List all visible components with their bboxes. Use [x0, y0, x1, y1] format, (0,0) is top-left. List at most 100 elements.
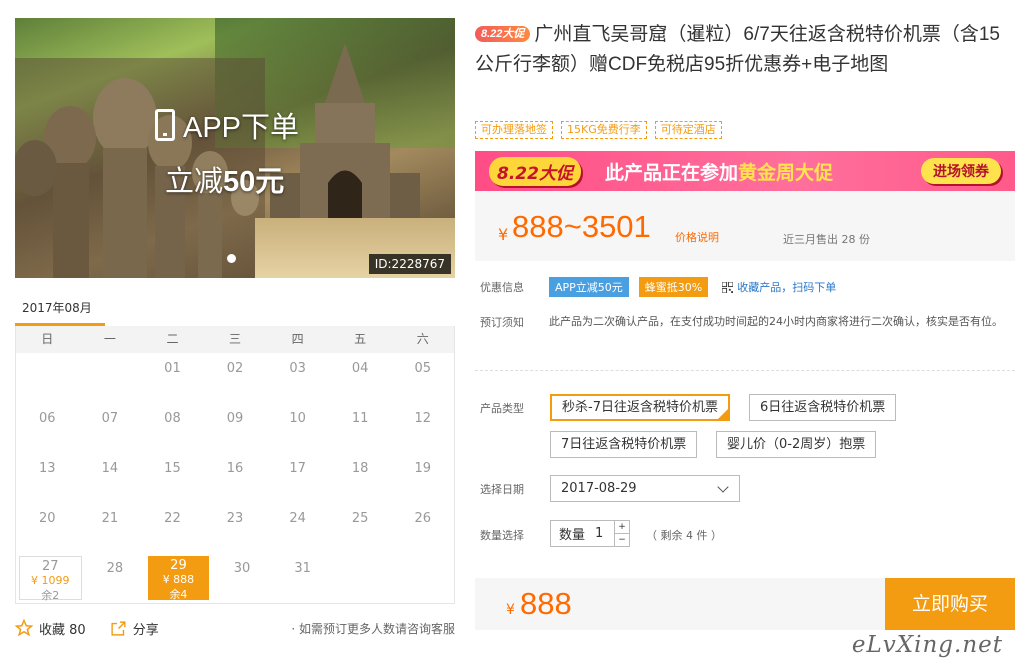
- weekday-mon: 一: [103, 332, 116, 346]
- carousel-dot[interactable]: [227, 254, 236, 263]
- calendar-day-number: 11: [351, 411, 369, 426]
- banner-text-highlight: 黄金周大促: [737, 161, 833, 184]
- section-divider: [475, 370, 1015, 371]
- calendar-day-number: 17: [289, 461, 306, 476]
- calendar-day-number: 26: [414, 511, 432, 526]
- product-type-option-6day[interactable]: 6日往返含税特价机票: [749, 394, 897, 421]
- calendar-day-number: 10: [289, 411, 306, 426]
- calendar-month-tab[interactable]: 2017年08月: [15, 296, 105, 326]
- product-type-option-infant[interactable]: 婴儿价（0-2周岁）抱票: [716, 431, 877, 458]
- total-price: 888: [520, 586, 572, 621]
- notice-label: 预订须知: [480, 316, 524, 329]
- calendar-empty-cell: [16, 353, 79, 403]
- favorite-button[interactable]: 收藏 80: [15, 619, 86, 638]
- phone-icon: [155, 109, 175, 141]
- date-select[interactable]: 2017-08-29: [550, 475, 740, 502]
- quantity-remaining: （ 剩余 4 件 ）: [646, 529, 722, 542]
- total-currency: ¥: [506, 602, 515, 618]
- weekday-sat: 六: [416, 332, 429, 346]
- weekday-sun: 日: [41, 332, 54, 346]
- calendar-day-10: 10: [266, 403, 329, 453]
- calendar-day-number: 03: [289, 361, 306, 376]
- calendar-week-row: 06 07 08 09 10 11 12: [16, 403, 454, 453]
- quantity-increment-button[interactable]: +: [615, 521, 629, 534]
- buy-now-button[interactable]: 立即购买: [885, 578, 1015, 630]
- calendar-day-19: 19: [391, 453, 454, 503]
- weekday-fri: 五: [354, 332, 367, 346]
- product-hero-image[interactable]: APP下单 立减50元 ID:2228767: [15, 18, 455, 278]
- qr-order-text: 收藏产品，扫码下单: [737, 281, 837, 294]
- calendar-day-26: 26: [391, 503, 454, 553]
- contact-tip: · 如需预订更多人数请咨询客服: [291, 621, 455, 636]
- notice-text: 此产品为二次确认产品，在支付成功时间起的24小时内商家将进行二次确认，核实是否有…: [549, 315, 1003, 328]
- price-range: 888~3501: [512, 209, 651, 244]
- banner-text-prefix: 此产品正在参加: [604, 161, 738, 184]
- product-title: 8.22大促 广州直飞吴哥窟（暹粒）6/7天往返含税特价机票（含15公斤行李额）赠…: [475, 20, 1015, 80]
- sold-count: 近三月售出 28 份: [783, 233, 870, 246]
- promo-line2-prefix: 立减: [165, 166, 224, 198]
- promo-line1: APP下单: [183, 112, 300, 144]
- calendar-day-22: 22: [141, 503, 204, 553]
- qr-order-link[interactable]: 收藏产品，扫码下单: [722, 279, 836, 295]
- calendar-day-15: 15: [141, 453, 204, 503]
- calendar-day-number: 16: [226, 461, 244, 476]
- carousel-dots: [227, 254, 236, 263]
- quantity-stepper[interactable]: 数量 1 + −: [550, 520, 630, 547]
- quantity-step-buttons: + −: [614, 521, 629, 546]
- calendar-week-row: 01 02 03 04 05: [16, 353, 454, 403]
- calendar-day-29[interactable]: 29 ¥ 888 余4: [148, 556, 209, 601]
- product-type-option-flash-7day[interactable]: 秒杀-7日往返含税特价机票: [550, 394, 730, 421]
- quantity-decrement-button[interactable]: −: [615, 534, 629, 546]
- calendar-day-price: ¥ 1099: [31, 574, 70, 587]
- calendar-day-24: 24: [266, 503, 329, 553]
- site-watermark: eLvXing.net: [851, 632, 1003, 658]
- honey-discount-tag: 蜂蜜抵30%: [638, 277, 709, 297]
- promo-banner[interactable]: 8.22大促 此产品正在参加黄金周大促 进场领券: [475, 151, 1015, 191]
- calendar-weekday-header: 日 一 二 三 四 五 六: [16, 326, 454, 353]
- calendar-day-11: 11: [329, 403, 392, 453]
- calendar-day-number: 05: [414, 361, 432, 376]
- calendar-day-number: 06: [39, 411, 56, 426]
- app-promo-overlay: APP下单 立减50元: [155, 104, 299, 200]
- calendar-day-18: 18: [329, 453, 392, 503]
- calendar-day-16: 16: [204, 453, 267, 503]
- quantity-label: 数量选择: [480, 529, 524, 542]
- calendar-day-14: 14: [79, 453, 142, 503]
- product-title-text: 广州直飞吴哥窟（暹粒）6/7天往返含税特价机票（含15公斤行李额）赠CDF免税店…: [475, 24, 1000, 75]
- calendar-day-number: 18: [351, 461, 369, 476]
- calendar-day-price: ¥ 888: [162, 573, 195, 586]
- date-label: 选择日期: [480, 483, 524, 496]
- price-explanation-link[interactable]: 价格说明: [675, 229, 719, 245]
- calendar-day-27[interactable]: 27 ¥ 1099 余2: [19, 556, 82, 602]
- promotions-label: 优惠信息: [480, 281, 524, 294]
- calendar-day-number: 25: [351, 511, 369, 526]
- share-button[interactable]: 分享: [110, 619, 159, 638]
- calendar-day-number: 27: [42, 559, 59, 574]
- weekday-thu: 四: [291, 332, 304, 346]
- calendar-empty-cell: [393, 553, 454, 603]
- promotions-row: 优惠信息 APP立减50元 蜂蜜抵30% 收藏产品，扫码下单: [480, 277, 836, 297]
- calendar-day-number: 08: [164, 411, 181, 426]
- product-tags: 可办理落地签 15KG免费行李 可待定酒店: [475, 121, 722, 139]
- calendar-day-28: 28: [85, 553, 146, 603]
- banner-text: 此产品正在参加黄金周大促: [605, 158, 833, 185]
- chevron-down-icon: [717, 481, 729, 493]
- calendar-day-03: 03: [266, 353, 329, 403]
- calendar-week-row: 20 21 22 23 24 25 26: [16, 503, 454, 553]
- tag-visa: 可办理落地签: [475, 121, 553, 139]
- calendar-day-20: 20: [16, 503, 79, 553]
- share-icon: [111, 620, 126, 636]
- calendar-day-07: 07: [79, 403, 142, 453]
- promo-badge: 8.22大促: [475, 26, 531, 42]
- calendar-day-30: 30: [212, 553, 273, 603]
- calendar-empty-cell: [333, 553, 394, 603]
- get-coupon-button[interactable]: 进场领券: [921, 158, 1001, 184]
- calendar-day-17: 17: [266, 453, 329, 503]
- buy-bar: ¥ 888 立即购买: [475, 578, 1015, 630]
- weekday-tue: 二: [166, 332, 179, 346]
- calendar-day-04: 04: [329, 353, 392, 403]
- weekday-wed: 三: [229, 332, 242, 346]
- calendar-day-number: 28: [106, 561, 124, 576]
- product-type-option-7day[interactable]: 7日往返含税特价机票: [550, 431, 698, 458]
- calendar-day-number: 30: [233, 561, 251, 576]
